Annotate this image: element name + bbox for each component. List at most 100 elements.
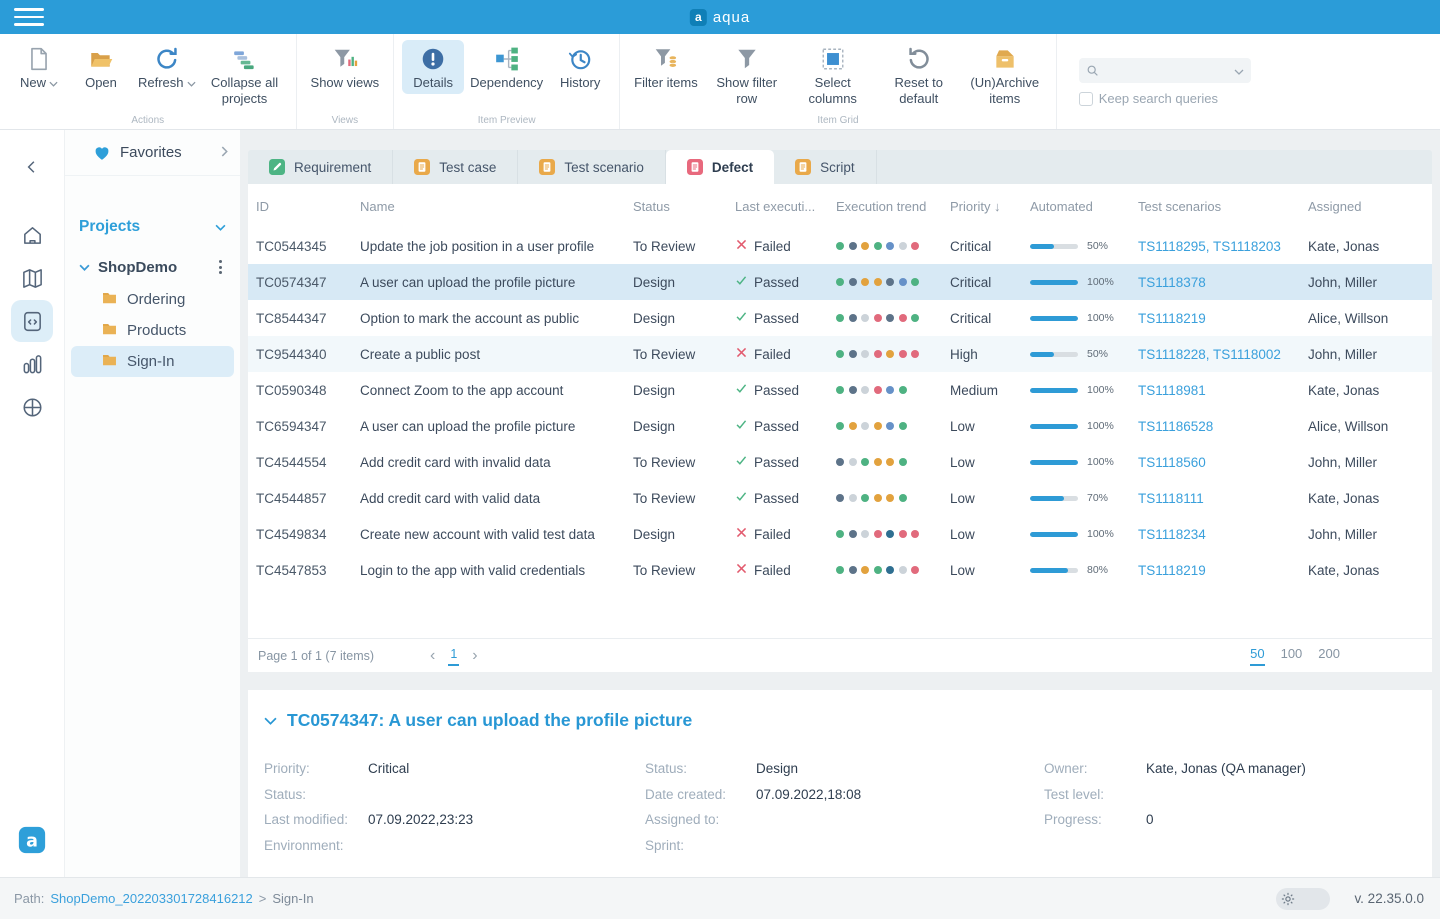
- execution-trend: [836, 422, 950, 430]
- page-size-50[interactable]: 50: [1250, 646, 1264, 666]
- table-row[interactable]: TC0590348Connect Zoom to the app account…: [248, 372, 1432, 408]
- toolbar-button-select-columns[interactable]: Select columns: [790, 40, 876, 111]
- next-page-icon[interactable]: ›: [472, 648, 477, 664]
- column-header-last-executi[interactable]: Last executi...: [735, 199, 836, 214]
- page-size-100[interactable]: 100: [1281, 646, 1303, 666]
- tab-defect[interactable]: Defect: [666, 150, 774, 184]
- chevron-right-icon[interactable]: [221, 144, 228, 162]
- pagination-bar: Page 1 of 1 (7 items) ‹ 1 › 50100200: [248, 638, 1432, 672]
- column-header-name[interactable]: Name: [360, 199, 633, 214]
- hamburger-menu-icon[interactable]: [14, 5, 48, 29]
- test-scenario-link[interactable]: TS1118234: [1138, 527, 1308, 542]
- toolbar-button-show-views[interactable]: Show views: [305, 40, 386, 94]
- toolbar-button-filter-items[interactable]: Filter items: [628, 40, 704, 111]
- trend-dot: [899, 494, 907, 502]
- test-scenario-link[interactable]: TS1118378: [1138, 275, 1308, 290]
- column-header-status[interactable]: Status: [633, 199, 735, 214]
- test-scenario-link[interactable]: TS11186528: [1138, 419, 1308, 434]
- table-row[interactable]: TC8544347Option to mark the account as p…: [248, 300, 1432, 336]
- toolbar-button-collapse-all-projects[interactable]: Collapse all projects: [202, 40, 288, 111]
- table-row[interactable]: TC4544554Add credit card with invalid da…: [248, 444, 1432, 480]
- tab-label: Defect: [712, 160, 753, 175]
- search-dropdown-chevron-icon[interactable]: [1234, 62, 1244, 80]
- trend-dot: [849, 422, 857, 430]
- chevron-down-icon: [187, 75, 196, 91]
- keep-search-queries-checkbox[interactable]: [1079, 92, 1093, 106]
- tab-test-case[interactable]: Test case: [393, 150, 518, 184]
- detail-field-label: Last modified:: [264, 812, 368, 827]
- table-row[interactable]: TC4544857Add credit card with valid data…: [248, 480, 1432, 516]
- nav-reports-button[interactable]: [11, 343, 53, 385]
- page-number-button[interactable]: 1: [448, 645, 459, 666]
- toolbar-button-show-filter-row[interactable]: Show filter row: [704, 40, 790, 111]
- tab-label: Script: [820, 160, 855, 175]
- collapse-sidebar-button[interactable]: [11, 146, 53, 188]
- nav-map-button[interactable]: [11, 257, 53, 299]
- automated-progress-bar: [1030, 496, 1078, 501]
- tree-project-shopdemo[interactable]: ShopDemo: [71, 254, 234, 280]
- test-scenario-link[interactable]: TS1118981: [1138, 383, 1308, 398]
- collapse-detail-chevron-icon[interactable]: [264, 712, 277, 730]
- test-scenario-link[interactable]: TS1118219: [1138, 311, 1308, 326]
- tab-script[interactable]: Script: [774, 150, 877, 184]
- prev-page-icon[interactable]: ‹: [430, 648, 435, 664]
- kebab-menu-icon[interactable]: [215, 258, 226, 276]
- chevron-down-icon[interactable]: [79, 258, 98, 276]
- tab-test-scenario[interactable]: Test scenario: [518, 150, 666, 184]
- nav-home-button[interactable]: [11, 214, 53, 256]
- toolbar-button-open[interactable]: Open: [70, 40, 132, 111]
- test-scenario-link[interactable]: TS1118111: [1138, 491, 1308, 506]
- chevron-down-icon[interactable]: [215, 218, 226, 236]
- projects-header[interactable]: Projects: [79, 218, 226, 236]
- column-header-id[interactable]: ID: [256, 199, 360, 214]
- detail-fields: Priority:CriticalStatus:Last modified:07…: [264, 761, 1416, 863]
- aqua-logo-icon: a: [690, 9, 707, 26]
- nav-modules-button[interactable]: [11, 386, 53, 428]
- tab-requirement[interactable]: Requirement: [248, 150, 393, 184]
- cell-priority: High: [950, 347, 1030, 362]
- toolbar-button-un-archive-items[interactable]: (Un)Archive items: [962, 40, 1048, 111]
- settings-toggle[interactable]: [1276, 888, 1330, 910]
- execution-trend: [836, 242, 950, 250]
- toolbar-button-details[interactable]: Details: [402, 40, 464, 94]
- cell-status: To Review: [633, 347, 735, 362]
- sidebar-folder-ordering[interactable]: Ordering: [71, 284, 234, 315]
- sidebar-folder-products[interactable]: Products: [71, 315, 234, 346]
- detail-field: Assigned to:: [645, 812, 1044, 838]
- test-scenario-link[interactable]: TS1118295, TS1118203: [1138, 239, 1308, 254]
- toolbar-button-refresh[interactable]: Refresh: [132, 40, 202, 111]
- test-scenario-link[interactable]: TS1118219: [1138, 563, 1308, 578]
- test-scenario-link[interactable]: TS1118560: [1138, 455, 1308, 470]
- table-row[interactable]: TC6594347A user can upload the profile p…: [248, 408, 1432, 444]
- sidebar-folder-sign-in[interactable]: Sign-In: [71, 346, 234, 377]
- toolbar-button-new[interactable]: New: [8, 40, 70, 111]
- column-header-automated[interactable]: Automated: [1030, 199, 1138, 214]
- search-box[interactable]: [1079, 58, 1251, 83]
- toolbar-button-dependency[interactable]: Dependency: [464, 40, 549, 94]
- column-header-assigned[interactable]: Assigned: [1308, 199, 1432, 214]
- search-input[interactable]: [1104, 64, 1229, 78]
- page-size-200[interactable]: 200: [1318, 646, 1340, 666]
- test-case-icon: [414, 159, 430, 175]
- table-row[interactable]: TC4549834Create new account with valid t…: [248, 516, 1432, 552]
- favorites-row[interactable]: Favorites: [65, 130, 240, 176]
- column-header-priority[interactable]: Priority ↓: [950, 199, 1030, 214]
- project-sidebar: Favorites Projects ShopDemo OrderingProd…: [65, 130, 240, 877]
- path-project-link[interactable]: ShopDemo_202203301728416212: [50, 891, 252, 906]
- detail-field-label: Environment:: [264, 838, 368, 853]
- column-header-test-scenarios[interactable]: Test scenarios: [1138, 199, 1308, 214]
- nav-test-items-button[interactable]: [11, 300, 53, 342]
- table-row[interactable]: TC4547853Login to the app with valid cre…: [248, 552, 1432, 588]
- trend-dot: [874, 566, 882, 574]
- table-row[interactable]: TC0544345Update the job position in a us…: [248, 228, 1432, 264]
- trend-dot: [874, 350, 882, 358]
- cell-id: TC9544340: [256, 347, 360, 362]
- test-scenario-link[interactable]: TS1118228, TS1118002: [1138, 347, 1308, 362]
- toolbar-button-history[interactable]: History: [549, 40, 611, 94]
- table-row[interactable]: TC9544340Create a public postTo ReviewFa…: [248, 336, 1432, 372]
- toolbar-button-reset-to-default[interactable]: Reset to default: [876, 40, 962, 111]
- table-row[interactable]: TC0574347A user can upload the profile p…: [248, 264, 1432, 300]
- trend-dot: [886, 314, 894, 322]
- nav-rail: a: [0, 130, 65, 877]
- column-header-execution-trend[interactable]: Execution trend: [836, 199, 950, 214]
